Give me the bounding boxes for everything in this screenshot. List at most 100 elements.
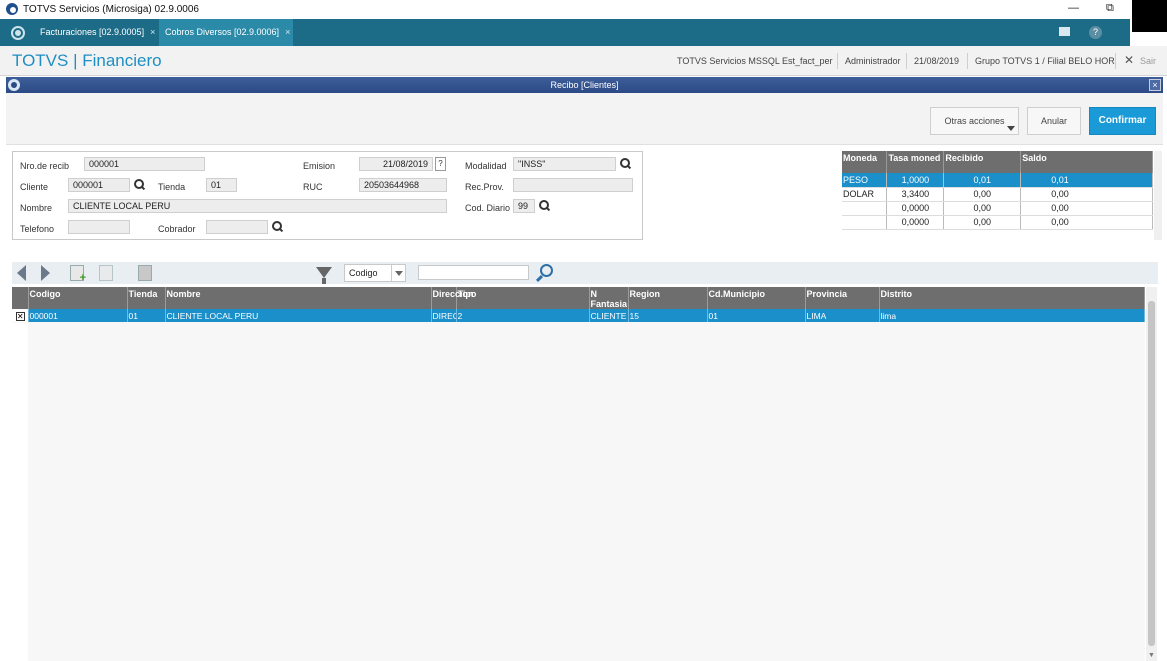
ruc-label: RUC — [303, 182, 323, 192]
col-tienda[interactable]: Tienda — [127, 287, 166, 309]
col-check[interactable] — [12, 287, 29, 309]
col-provincia[interactable]: Provincia — [805, 287, 880, 309]
restore-button[interactable]: ⧉ — [1106, 2, 1114, 15]
cell: 0,00 — [943, 187, 1022, 202]
grid-toolbar: Codigo — [12, 262, 1158, 284]
cell: LIMA — [805, 309, 880, 322]
cell: 0,01 — [943, 173, 1022, 188]
cancel-button[interactable]: Anular — [1027, 107, 1081, 135]
emision-help-button[interactable]: ? — [435, 157, 446, 171]
cell: 0,01 — [1020, 173, 1153, 188]
cell: 01 — [127, 309, 166, 322]
filter-icon[interactable] — [316, 267, 332, 284]
branch-info[interactable]: Grupo TOTVS 1 / Filial BELO HOR — [975, 56, 1115, 66]
tab-facturaciones[interactable]: Facturaciones [02.9.0005] × — [34, 19, 158, 46]
recprov-label: Rec.Prov. — [465, 182, 504, 192]
cell: PESO — [842, 173, 888, 188]
filter-field-value: Codigo — [349, 268, 378, 278]
emision-field[interactable]: 21/08/2019 — [359, 157, 433, 171]
environment-info[interactable]: TOTVS Servicios MSSQL Est_fact_per — [677, 56, 833, 66]
minimize-button[interactable]: — — [1068, 2, 1079, 14]
divider — [1115, 53, 1116, 69]
dialog-close-button[interactable]: × — [1149, 79, 1161, 91]
col-municipio[interactable]: Cd.Municipio — [707, 287, 806, 309]
nro-field[interactable]: 000001 — [84, 157, 205, 171]
search-icon[interactable] — [535, 264, 553, 282]
col-codigo[interactable]: Codigo — [28, 287, 128, 309]
col-saldo[interactable]: Saldo — [1020, 151, 1153, 173]
divider — [906, 53, 907, 69]
cell: 0,00 — [1020, 187, 1153, 202]
table-row[interactable]: ✕ 000001 01 CLIENTE LOCAL PERU DIRECCION… — [12, 309, 1145, 322]
table-row[interactable]: 0,0000 0,00 0,00 — [842, 215, 1153, 230]
cliente-field[interactable]: 000001 — [68, 178, 130, 192]
cell: CLIENTE LOCAL PERU — [589, 309, 629, 322]
cobrador-search-icon[interactable] — [272, 221, 283, 232]
col-distrito[interactable]: Distrito — [879, 287, 1145, 309]
modalidad-search-icon[interactable] — [620, 158, 631, 169]
recprov-field[interactable] — [513, 178, 633, 192]
scrollbar-thumb[interactable] — [1148, 301, 1155, 646]
exit-icon[interactable]: ✕ — [1124, 53, 1134, 67]
confirm-button[interactable]: Confirmar — [1089, 107, 1156, 135]
cobrador-field[interactable] — [206, 220, 268, 234]
col-moneda[interactable]: Moneda — [842, 151, 888, 173]
cell: 0,00 — [1020, 215, 1153, 230]
date-info[interactable]: 21/08/2019 — [914, 56, 959, 66]
emision-label: Emision — [303, 161, 336, 171]
checkbox-icon: ✕ — [15, 311, 25, 321]
col-region[interactable]: Region — [628, 287, 708, 309]
mail-icon[interactable] — [1059, 27, 1070, 36]
nombre-field[interactable]: CLIENTE LOCAL PERU — [68, 199, 447, 213]
previous-arrow-icon[interactable] — [17, 265, 26, 281]
grid-scrollbar[interactable]: ▼ — [1146, 287, 1157, 661]
edit-document-icon[interactable] — [99, 265, 113, 281]
tienda-field[interactable]: 01 — [206, 178, 237, 192]
scroll-down-icon[interactable]: ▼ — [1148, 652, 1155, 659]
filter-search-input[interactable] — [418, 265, 529, 280]
telefono-field[interactable] — [68, 220, 130, 234]
copy-document-icon[interactable] — [138, 265, 152, 281]
next-arrow-icon[interactable] — [41, 265, 50, 281]
table-row[interactable]: PESO 1,0000 0,01 0,01 — [842, 173, 1153, 188]
tab-close-icon[interactable]: × — [285, 27, 290, 37]
cell: 2 — [456, 309, 590, 322]
add-document-icon[interactable] — [70, 265, 86, 284]
close-area[interactable] — [1132, 0, 1167, 32]
cell: 000001 — [28, 309, 128, 322]
tab-close-icon[interactable]: × — [150, 27, 155, 37]
table-row[interactable]: DOLAR 3,3400 0,00 0,00 — [842, 187, 1153, 202]
currency-table: Moneda Tasa moned Recibido Saldo PESO 1,… — [842, 151, 1153, 240]
coddiario-label: Cod. Diario — [465, 203, 511, 213]
totvs-logo-icon[interactable] — [11, 26, 25, 40]
dialog-icon — [8, 79, 20, 91]
col-nombre[interactable]: Nombre — [165, 287, 432, 309]
coddiario-field[interactable]: 99 — [513, 199, 535, 213]
cliente-search-icon[interactable] — [134, 179, 145, 190]
col-recibido[interactable]: Recibido — [943, 151, 1022, 173]
modalidad-field[interactable]: "INSS" — [513, 157, 616, 171]
cliente-label: Cliente — [20, 182, 49, 192]
ruc-field[interactable]: 20503644968 — [359, 178, 447, 192]
filter-field-select[interactable]: Codigo — [344, 264, 406, 282]
col-tasa[interactable]: Tasa moned — [886, 151, 945, 173]
col-fantasia[interactable]: N Fantasia — [589, 287, 629, 309]
module-brand: TOTVS | Financiero — [12, 51, 162, 70]
cell — [842, 201, 888, 216]
other-actions-button[interactable]: Otras acciones — [930, 107, 1019, 135]
tab-label: Cobros Diversos [02.9.0006] — [165, 27, 280, 37]
currency-scrollbar[interactable] — [1154, 151, 1162, 240]
coddiario-search-icon[interactable] — [539, 200, 550, 211]
divider — [967, 53, 968, 69]
col-direccion[interactable]: Direccion — [431, 287, 474, 309]
module-header: TOTVS | Financiero TOTVS Servicios MSSQL… — [0, 46, 1167, 76]
help-icon[interactable]: ? — [1089, 26, 1102, 39]
cell: 0,00 — [943, 201, 1022, 216]
row-checkbox[interactable]: ✕ — [12, 309, 29, 322]
tab-cobros-diversos[interactable]: Cobros Diversos [02.9.0006] × — [159, 19, 293, 46]
table-row[interactable]: 0,0000 0,00 0,00 — [842, 201, 1153, 216]
cell: 0,00 — [1020, 201, 1153, 216]
exit-button[interactable]: Sair — [1140, 56, 1156, 66]
user-info[interactable]: Administrador — [845, 56, 901, 66]
col-tipo[interactable]: Tipo — [456, 287, 590, 309]
